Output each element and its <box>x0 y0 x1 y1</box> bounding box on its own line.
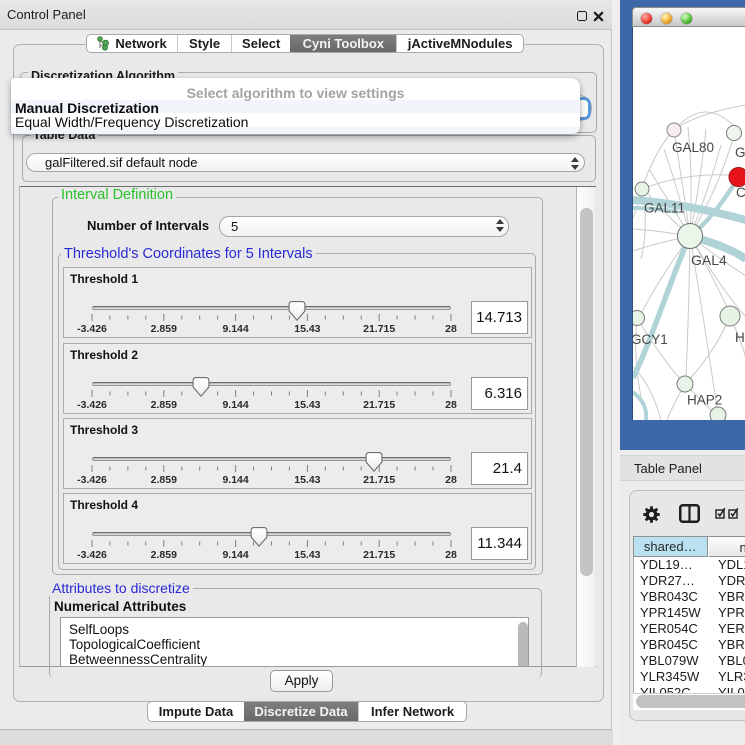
svg-text:HAP2: HAP2 <box>687 393 722 408</box>
svg-text:C: C <box>736 185 745 200</box>
svg-text:H: H <box>735 330 745 345</box>
svg-text:GAL11: GAL11 <box>644 201 685 216</box>
svg-text:GA: GA <box>735 145 745 160</box>
svg-text:GCY1: GCY1 <box>633 332 668 347</box>
svg-text:GAL80: GAL80 <box>672 140 714 155</box>
svg-text:GAL4: GAL4 <box>691 252 727 268</box>
